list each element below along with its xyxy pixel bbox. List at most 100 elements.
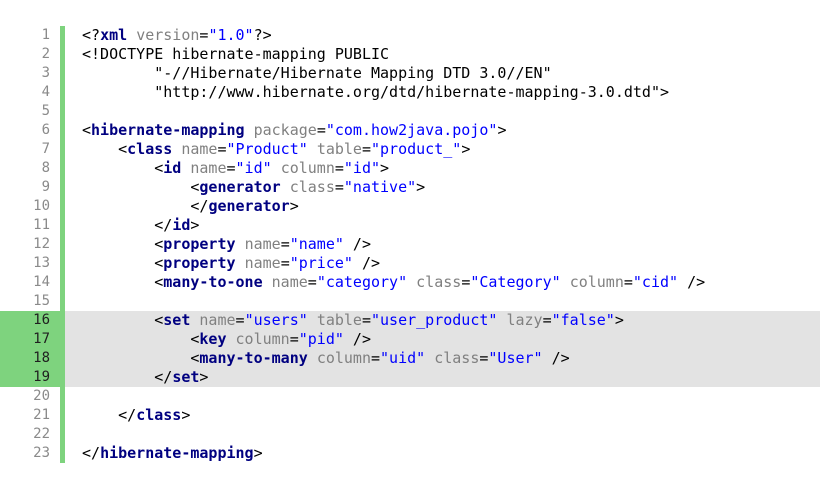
line-number: 6 — [41, 122, 50, 138]
code-line: 4 "http://www.hibernate.org/dtd/hibernat… — [0, 83, 820, 102]
code-token: = — [623, 273, 633, 291]
code-token: lazy — [506, 311, 543, 329]
code-token: name — [271, 273, 308, 291]
gutter-bar — [60, 311, 65, 330]
code-token: set — [172, 368, 200, 386]
code-text: <?xml version="1.0"?> — [82, 26, 272, 45]
code-token: "com.how2java.pojo" — [325, 121, 498, 139]
code-token: < — [82, 273, 164, 291]
code-token: > — [416, 178, 426, 196]
gutter-bar — [60, 330, 65, 349]
code-text: </generator> — [82, 197, 298, 216]
code-token: > — [497, 121, 507, 139]
code-token: > — [181, 406, 191, 424]
code-text: "http://www.hibernate.org/dtd/hibernate-… — [82, 83, 669, 102]
code-token: = — [316, 121, 326, 139]
code-token: key — [199, 330, 227, 348]
code-token: < — [82, 311, 164, 329]
code-line: 18 <many-to-many column="uid" class="Use… — [0, 349, 820, 368]
code-token: "false" — [551, 311, 615, 329]
code-text: <key column="pid" /> — [82, 330, 371, 349]
line-number: 23 — [33, 445, 50, 461]
code-token: = — [461, 273, 471, 291]
code-token: class — [127, 140, 173, 158]
line-number: 10 — [33, 198, 50, 214]
code-token: hibernate-mapping — [100, 444, 254, 462]
line-number: 15 — [33, 293, 50, 309]
code-line: 3 "-//Hibernate/Hibernate Mapping DTD 3.… — [0, 64, 820, 83]
code-token: < — [82, 254, 164, 272]
code-token: = — [542, 311, 552, 329]
line-number: 13 — [33, 255, 50, 271]
code-token: "cid" — [632, 273, 679, 291]
code-text: <set name="users" table="user_product" l… — [82, 311, 624, 330]
code-line: 11 </id> — [0, 216, 820, 235]
line-number: 4 — [41, 84, 50, 100]
code-token: "price" — [289, 254, 353, 272]
gutter-bar — [60, 216, 65, 235]
gutter-bar — [60, 387, 65, 406]
gutter-bar — [60, 349, 65, 368]
code-token: name — [244, 254, 281, 272]
code-token: < — [82, 140, 128, 158]
gutter-bar — [60, 292, 65, 311]
gutter-bar — [60, 273, 65, 292]
code-token: < — [82, 159, 164, 177]
gutter-bar — [60, 64, 65, 83]
code-token: "Product" — [226, 140, 308, 158]
code-token: class — [434, 349, 480, 367]
code-token: hibernate-mapping — [91, 121, 245, 139]
code-token: </ — [82, 216, 173, 234]
code-token: generator — [199, 178, 281, 196]
code-token: <? — [82, 26, 101, 44]
code-token: name — [190, 159, 227, 177]
gutter-bar — [60, 26, 65, 45]
code-token: table — [316, 140, 362, 158]
line-number: 8 — [41, 160, 50, 176]
code-token: > — [614, 311, 624, 329]
code-token: "User" — [488, 349, 543, 367]
code-token: "Category" — [470, 273, 561, 291]
code-token: < — [82, 121, 92, 139]
code-line: 16 <set name="users" table="user_product… — [0, 311, 820, 330]
code-text: <property name="price" /> — [82, 254, 380, 273]
code-token: = — [235, 311, 245, 329]
code-token: generator — [208, 197, 290, 215]
code-editor: 1 <?xml version="1.0"?> 2 <!DOCTYPE hiberna… — [0, 26, 820, 463]
code-text: <!DOCTYPE hibernate-mapping PUBLIC — [82, 45, 389, 64]
code-line: 9 <generator class="native"> — [0, 178, 820, 197]
code-token: = — [280, 235, 290, 253]
line-number: 20 — [33, 388, 50, 404]
code-line: 7 <class name="Product" table="product_"… — [0, 140, 820, 159]
line-number: 21 — [33, 407, 50, 423]
code-line: 12 <property name="name" /> — [0, 235, 820, 254]
gutter-bar — [60, 235, 65, 254]
line-number: 14 — [33, 274, 50, 290]
code-token: < — [82, 178, 200, 196]
line-number: 22 — [33, 426, 50, 442]
code-token: = — [280, 254, 290, 272]
code-line: 21 </class> — [0, 406, 820, 425]
code-token: = — [217, 140, 227, 158]
code-token: "native" — [343, 178, 417, 196]
code-token: set — [163, 311, 191, 329]
gutter-bar — [60, 406, 65, 425]
code-token: "user_product" — [371, 311, 498, 329]
line-number: 19 — [0, 368, 60, 387]
line-number: 2 — [41, 46, 50, 62]
line-number: 3 — [41, 65, 50, 81]
code-token: <!DOCTYPE hibernate-mapping PUBLIC — [82, 45, 390, 63]
code-token: = — [334, 178, 344, 196]
code-token: "http://www.hibernate.org/dtd/hibernate-… — [82, 83, 669, 101]
code-text: <many-to-one name="category" class="Cate… — [82, 273, 705, 292]
code-token: "category" — [316, 273, 408, 291]
code-line: 6 <hibernate-mapping package="com.how2jav… — [0, 121, 820, 140]
code-token: "1.0" — [208, 26, 254, 44]
code-token: many-to-many — [199, 349, 308, 367]
code-token: class — [136, 406, 182, 424]
